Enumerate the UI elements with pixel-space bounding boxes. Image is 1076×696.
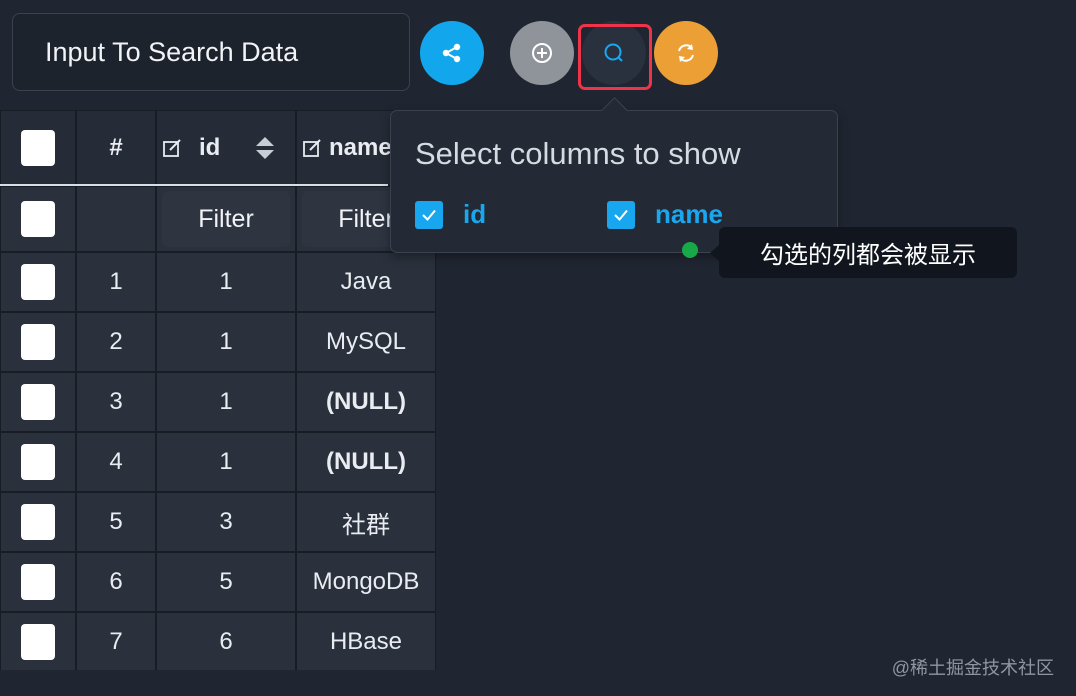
data-table: # id name Filter Filter 1 1 Java 2 1 MySQL 3 1(… [0, 110, 436, 670]
header-id[interactable]: id [156, 110, 296, 186]
filter-id-button[interactable]: Filter [162, 191, 290, 247]
row-id-cell[interactable]: 1 [156, 432, 296, 492]
popover-title: Select columns to show [415, 136, 741, 171]
share-icon [442, 43, 461, 63]
row-checkbox-cell [0, 612, 76, 670]
row-checkbox[interactable] [21, 564, 55, 600]
row-id-cell[interactable]: 1 [156, 372, 296, 432]
row-index-cell: 6 [76, 552, 156, 612]
row-id-cell[interactable]: 1 [156, 312, 296, 372]
row-checkbox[interactable] [21, 324, 55, 360]
plus-circle-icon [532, 43, 552, 63]
row-name-cell[interactable]: MongoDB [296, 552, 436, 612]
highlight-box [578, 24, 652, 90]
header-divider [0, 184, 388, 186]
select-all-checkbox[interactable] [21, 130, 55, 166]
row-checkbox[interactable] [21, 264, 55, 300]
refresh-icon [678, 44, 694, 62]
row-id-cell[interactable]: 3 [156, 492, 296, 552]
refresh-button[interactable] [654, 21, 718, 85]
watermark: @稀土掘金技术社区 [891, 658, 1054, 678]
share-button[interactable] [420, 21, 484, 85]
column-option-label: id [463, 199, 487, 229]
row-name-cell[interactable]: (NULL) [296, 432, 436, 492]
row-checkbox[interactable] [21, 504, 55, 540]
header-checkbox-cell [0, 110, 76, 186]
column-option-name[interactable]: name [607, 199, 723, 230]
row-id-cell[interactable]: 6 [156, 612, 296, 670]
add-button[interactable] [510, 21, 574, 85]
checkbox-checked-icon[interactable] [415, 200, 443, 229]
row-index-cell: 2 [76, 312, 156, 372]
filter-index-cell [76, 186, 156, 252]
search-input[interactable]: Input To Search Data [12, 13, 410, 91]
edit-icon [303, 139, 321, 157]
row-index-cell: 3 [76, 372, 156, 432]
row-index-cell: 5 [76, 492, 156, 552]
filter-checkbox-cell [0, 186, 76, 252]
row-checkbox[interactable] [21, 444, 55, 480]
row-checkbox[interactable] [21, 201, 55, 237]
sort-icon[interactable] [254, 134, 276, 162]
column-option-id[interactable]: id [415, 199, 486, 230]
row-id-cell[interactable]: 5 [156, 552, 296, 612]
row-id-cell[interactable]: 1 [156, 252, 296, 312]
row-checkbox-cell [0, 432, 76, 492]
tooltip-anchor-dot [682, 242, 698, 258]
row-index-cell: 7 [76, 612, 156, 670]
row-name-cell[interactable]: MySQL [296, 312, 436, 372]
tooltip: 勾选的列都会被显示 [710, 227, 1017, 278]
row-index-cell: 1 [76, 252, 156, 312]
row-checkbox-cell [0, 372, 76, 432]
row-name-cell[interactable]: HBase [296, 612, 436, 670]
row-name-cell[interactable]: Java [296, 252, 436, 312]
row-index-cell: 4 [76, 432, 156, 492]
row-name-cell[interactable]: 社群 [296, 492, 436, 552]
row-name-cell[interactable]: (NULL) [296, 372, 436, 432]
row-checkbox-cell [0, 312, 76, 372]
row-checkbox[interactable] [21, 624, 55, 660]
popover-arrow [601, 97, 628, 124]
row-checkbox-cell [0, 492, 76, 552]
checkbox-checked-icon[interactable] [607, 200, 635, 229]
header-name-label: name [329, 134, 392, 161]
row-checkbox-cell [0, 552, 76, 612]
row-checkbox[interactable] [21, 384, 55, 420]
header-id-label: id [199, 134, 221, 161]
header-index: # [76, 110, 156, 186]
column-option-label: name [655, 199, 723, 229]
filter-id-cell: Filter [156, 186, 296, 252]
row-checkbox-cell [0, 252, 76, 312]
edit-icon [163, 139, 181, 157]
